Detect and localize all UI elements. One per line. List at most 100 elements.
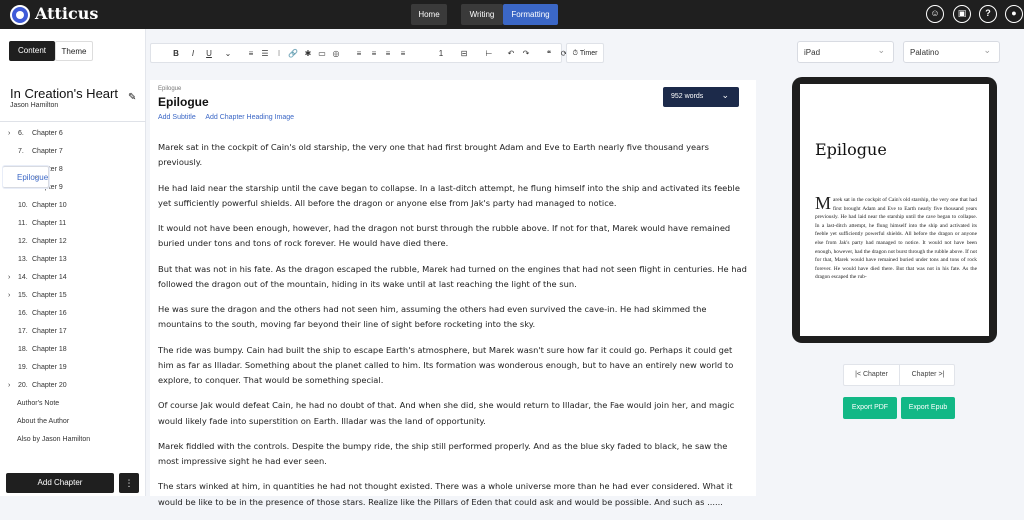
chapter-number: 16. — [18, 310, 28, 317]
book-title: In Creation's Heart — [10, 86, 118, 101]
chevron-right-icon[interactable]: › — [8, 125, 18, 143]
timer-button[interactable]: ⏱ Timer — [566, 43, 604, 63]
chapter-number: 18. — [18, 346, 28, 353]
formatting-toolbar: B I U ⌄ ≡ ☰ ⁝ 🔗 ✱ ▭ ◎ ≡ ≡ ≡ ≡ 1 ⊟ ⊢ ↶ ↷ ❝ ⟳ — [150, 43, 567, 63]
chevron-right-icon[interactable]: › — [8, 287, 18, 305]
paragraph[interactable]: He had laid near the starship until the … — [158, 181, 748, 212]
top-bar: Atticus Home Writing Formatting ☺ ▣ ? ● — [0, 0, 1024, 29]
left-sidebar: Content Theme In Creation's Heart Jason … — [0, 29, 146, 496]
sidebar-chapter-item[interactable]: 18. Chapter 18 — [0, 341, 146, 359]
sidebar-backmatter-item[interactable]: About the Author — [0, 413, 146, 431]
align-left2-icon[interactable]: ≡ — [354, 47, 364, 60]
editor-body[interactable]: Marek sat in the cockpit of Cain's old s… — [158, 140, 748, 520]
chevron-right-icon[interactable]: › — [8, 377, 18, 395]
last-page-icon: >| — [936, 371, 945, 378]
chapter-label: Chapter 6 — [32, 130, 63, 137]
chapter-label: Chapter 18 — [32, 346, 67, 353]
link-icon[interactable]: 🔗 — [288, 47, 298, 60]
user-icon[interactable]: ● — [1005, 5, 1023, 23]
nav-writing-button[interactable]: Writing — [461, 4, 503, 25]
prev-chapter-button[interactable]: |< Chapter — [844, 365, 900, 385]
paragraph[interactable]: The ride was bumpy. Cain had built the s… — [158, 343, 748, 389]
sidebar-chapter-item[interactable]: 7. Chapter 7 — [0, 143, 146, 161]
underline-icon[interactable]: U — [204, 47, 214, 60]
chapter-links: Add Subtitle Add Chapter Heading Image — [158, 114, 302, 121]
sidebar-chapter-item[interactable]: › 20. Chapter 20 — [0, 377, 146, 395]
sidebar-chapter-item[interactable]: › 15. Chapter 15 — [0, 287, 146, 305]
add-chapter-button[interactable]: Add Chapter — [6, 473, 114, 493]
book-author: Jason Hamilton — [10, 102, 59, 109]
export-pdf-button[interactable]: Export PDF — [843, 397, 897, 419]
chapter-editor[interactable]: Epilogue Epilogue Add Subtitle Add Chapt… — [150, 80, 756, 507]
sidebar-backmatter-item[interactable]: Epilogue — [3, 164, 50, 188]
paragraph[interactable]: He was sure the dragon and the others ha… — [158, 302, 748, 333]
scene-break-icon[interactable]: ⊢ — [484, 47, 494, 60]
paragraph[interactable]: Of course Jak would defeat Cain, he had … — [158, 398, 748, 429]
justify-icon[interactable]: ≡ — [398, 47, 408, 60]
bold-icon[interactable]: B — [171, 47, 181, 60]
align-right-icon[interactable]: ≡ — [383, 47, 393, 60]
nav-formatting-button[interactable]: Formatting — [503, 4, 558, 25]
undo-icon[interactable]: ↶ — [506, 47, 516, 60]
chapter-label: Chapter 20 — [32, 382, 67, 389]
sidebar-chapter-item[interactable]: 11. Chapter 11 — [0, 215, 146, 233]
sidebar-chapter-item[interactable]: 10. Chapter 10 — [0, 197, 146, 215]
quote-icon[interactable]: ❝ — [544, 47, 554, 60]
chapter-number: 17. — [18, 328, 28, 335]
chapter-number: 20. — [18, 382, 28, 389]
sidebar-chapter-item[interactable]: › 6. Chapter 6 — [0, 125, 146, 143]
add-heading-image-link[interactable]: Add Chapter Heading Image — [205, 114, 294, 121]
align-center-icon[interactable]: ≡ — [369, 47, 379, 60]
italic-icon[interactable]: I — [188, 47, 198, 60]
chapter-number: 15. — [18, 292, 28, 299]
list-icon[interactable]: ☰ — [260, 47, 270, 60]
tab-theme[interactable]: Theme — [55, 41, 93, 61]
edit-book-icon[interactable]: ✎ — [128, 92, 136, 103]
preview-title: Epilogue — [815, 140, 887, 159]
more-format-icon[interactable]: ⌄ — [223, 47, 233, 60]
sidebar-chapter-item[interactable]: 13. Chapter 13 — [0, 251, 146, 269]
sidebar-chapter-item[interactable]: 17. Chapter 17 — [0, 323, 146, 341]
more-options-button[interactable]: ⋮ — [119, 473, 139, 493]
word-count-dropdown[interactable]: 952 words — [663, 85, 739, 107]
sidebar-chapter-item[interactable]: 12. Chapter 12 — [0, 233, 146, 251]
align-left-icon[interactable]: ≡ — [246, 47, 256, 60]
image-icon[interactable]: ▭ — [317, 47, 327, 60]
chapter-label: Chapter 14 — [32, 274, 67, 281]
sidebar-backmatter-item[interactable]: Also by Jason Hamilton — [0, 431, 146, 449]
paragraph[interactable]: The stars winked at him, in quantities h… — [158, 479, 748, 510]
chapter-list: ›6.Chapter 67.Chapter 7›8.Chapter 8›9.Ch… — [0, 125, 146, 449]
asterisk-icon[interactable]: ✱ — [303, 47, 313, 60]
page-break-icon[interactable]: ⊟ — [459, 47, 469, 60]
paragraph[interactable]: It would not have been enough, however, … — [158, 221, 748, 252]
chat-icon[interactable]: ☺ — [926, 5, 944, 23]
redo-icon[interactable]: ↷ — [521, 47, 531, 60]
calendar-icon[interactable]: ▣ — [953, 5, 971, 23]
atticus-logo-icon — [10, 5, 30, 25]
sidebar-chapter-item[interactable]: 16. Chapter 16 — [0, 305, 146, 323]
heading-icon[interactable]: 1 — [436, 47, 446, 60]
chapter-label: Chapter 15 — [32, 292, 67, 299]
device-select[interactable]: iPad — [797, 39, 894, 63]
sidebar-chapter-item[interactable]: 19. Chapter 19 — [0, 359, 146, 377]
drop-cap: M — [815, 193, 832, 213]
chapter-title[interactable]: Epilogue — [158, 95, 209, 109]
chapter-label: Chapter 11 — [32, 220, 67, 227]
tab-content[interactable]: Content — [9, 41, 55, 61]
embed-icon[interactable]: ◎ — [331, 47, 341, 60]
paragraph[interactable]: Marek fiddled with the controls. Despite… — [158, 439, 748, 470]
ordered-list-icon[interactable]: ⁝ — [274, 47, 284, 60]
export-epub-button[interactable]: Export Epub — [901, 397, 955, 419]
paragraph[interactable]: But that was not in his fate. As the dra… — [158, 262, 748, 293]
next-chapter-button[interactable]: Chapter >| — [900, 365, 956, 385]
paragraph[interactable]: Marek sat in the cockpit of Cain's old s… — [158, 140, 748, 171]
sidebar-backmatter-item[interactable]: Author's Note — [0, 395, 146, 413]
font-select[interactable]: Palatino — [903, 39, 1000, 63]
sidebar-chapter-item[interactable]: › 14. Chapter 14 — [0, 269, 146, 287]
nav-home-button[interactable]: Home — [411, 4, 447, 25]
chevron-right-icon[interactable]: › — [8, 269, 18, 287]
help-icon[interactable]: ? — [979, 5, 997, 23]
chapter-label: Chapter 10 — [32, 202, 67, 209]
add-subtitle-link[interactable]: Add Subtitle — [158, 114, 196, 121]
chapter-number: 10. — [18, 202, 28, 209]
